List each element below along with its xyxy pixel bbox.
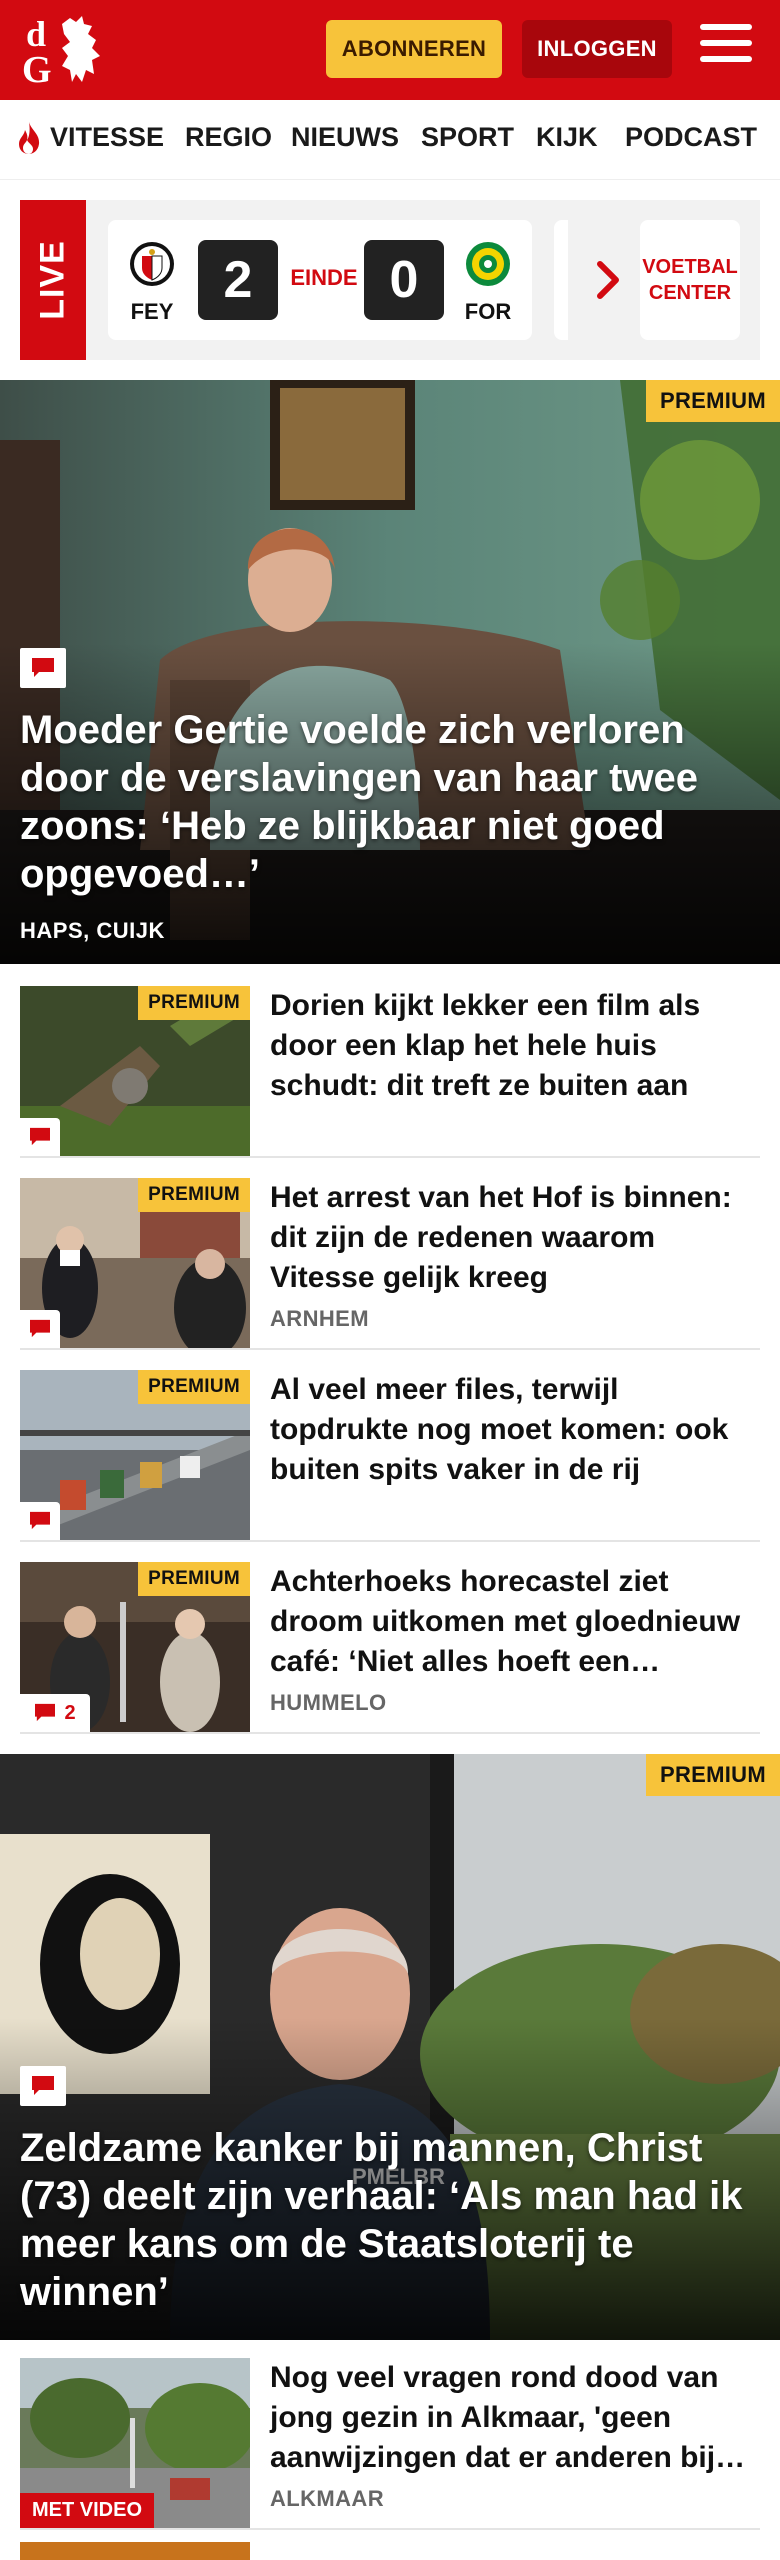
list-item[interactable]: PREMIUM 2 Achterhoeks horecastel ziet dr… <box>20 1542 760 1734</box>
match-card[interactable]: FEY 2 EINDE 0 FOR <box>108 220 532 340</box>
chevron-right-icon[interactable] <box>596 260 622 300</box>
nav-item-nieuws[interactable]: NIEUWS <box>291 122 399 153</box>
article-thumbnail: PREMIUM 2 <box>20 1562 250 1732</box>
login-button[interactable]: INLOGGEN <box>522 20 672 78</box>
hero-article-1[interactable]: PREMIUM Moeder Gertie voelde zich verlor… <box>0 380 780 964</box>
svg-text:G: G <box>22 49 52 88</box>
premium-badge: PREMIUM <box>138 1370 250 1404</box>
article-title[interactable]: Dorien kijkt lekker een film als door ee… <box>270 986 750 1106</box>
article-location: ALKMAAR <box>270 2486 385 2511</box>
live-scores-strip: LIVE FEY 2 EINDE 0 FOR VOETBAL CENTER <box>20 200 760 360</box>
list-item[interactable]: PREMIUM Al veel meer files, terwijl topd… <box>20 1350 760 1542</box>
feyenoord-badge-icon <box>130 242 174 286</box>
video-badge: MET VIDEO <box>20 2493 155 2528</box>
article-title[interactable]: Nog veel vragen rond dood van jong gezin… <box>270 2358 750 2478</box>
premium-badge: PREMIUM <box>646 1754 780 1796</box>
subscribe-button[interactable]: ABONNEREN <box>326 20 502 78</box>
list-item[interactable]: PREMIUM Dorien kijkt lekker een film als… <box>20 966 760 1158</box>
section-nav: VITESSE REGIO NIEUWS SPORT KIJK PODCAST <box>0 100 780 180</box>
comment-count[interactable]: 2 <box>20 1694 90 1732</box>
comment-icon[interactable] <box>20 1310 60 1348</box>
premium-badge: PREMIUM <box>138 986 250 1020</box>
comment-icon[interactable] <box>20 1502 60 1540</box>
nav-item-sport[interactable]: SPORT <box>421 122 514 153</box>
home-score: 2 <box>198 240 278 320</box>
list-item[interactable]: PREMIUM Het arrest van het Hof is binnen… <box>20 1158 760 1350</box>
article-title[interactable]: Achterhoeks horecastel ziet droom uitkom… <box>270 1562 750 1682</box>
premium-badge: PREMIUM <box>138 1178 250 1212</box>
premium-badge: PREMIUM <box>646 380 780 422</box>
svg-text:d: d <box>26 14 46 54</box>
fortuna-badge-icon <box>466 242 510 286</box>
hero-1-title[interactable]: Moeder Gertie voelde zich verloren door … <box>20 706 750 898</box>
article-thumbnail: PREMIUM <box>20 1178 250 1348</box>
nav-item-vitesse[interactable]: VITESSE <box>50 122 164 153</box>
flame-icon <box>19 122 40 154</box>
article-thumbnail: PREMIUM <box>20 986 250 1156</box>
voetbal-center-button[interactable]: VOETBAL CENTER <box>640 220 740 340</box>
match-status: EINDE <box>290 265 358 290</box>
article-title[interactable]: Al veel meer files, terwijl topdrukte no… <box>270 1370 750 1490</box>
nav-item-podcast[interactable]: PODCAST <box>625 122 757 153</box>
comment-icon[interactable] <box>20 1118 60 1156</box>
comment-icon[interactable] <box>20 648 66 688</box>
comment-count-value: 2 <box>64 1701 76 1724</box>
top-bar: d G ABONNEREN INLOGGEN <box>0 0 780 100</box>
home-team: FEY <box>122 240 182 325</box>
brand-logo[interactable]: d G <box>22 12 114 88</box>
comment-icon[interactable] <box>20 2066 66 2106</box>
article-location: HUMMELO <box>270 1690 387 1715</box>
article-location: ARNHEM <box>270 1306 369 1331</box>
away-team: FOR <box>458 240 518 325</box>
article-thumbnail: MET VIDEO <box>20 2358 250 2528</box>
premium-badge: PREMIUM <box>138 1562 250 1596</box>
nav-item-regio[interactable]: REGIO <box>185 122 272 153</box>
hero-article-2[interactable]: PMELBR PREMIUM Zeldzame kanker bij manne… <box>0 1754 780 2340</box>
comment-icon <box>35 1703 56 1722</box>
hero-1-location: HAPS, CUIJK <box>20 918 165 943</box>
article-thumbnail: PREMIUM <box>20 1370 250 1540</box>
article-title[interactable]: Het arrest van het Hof is binnen: dit zi… <box>270 1178 750 1298</box>
next-match-card[interactable] <box>554 220 568 340</box>
nav-item-kijk[interactable]: KIJK <box>536 122 598 153</box>
hero-2-title[interactable]: Zeldzame kanker bij mannen, Christ (73) … <box>20 2124 750 2316</box>
next-article-thumbnail <box>20 2542 250 2560</box>
live-label: LIVE <box>20 200 86 360</box>
away-score: 0 <box>364 240 444 320</box>
menu-icon[interactable] <box>700 24 752 74</box>
list-item[interactable]: MET VIDEO Nog veel vragen rond dood van … <box>20 2338 760 2530</box>
